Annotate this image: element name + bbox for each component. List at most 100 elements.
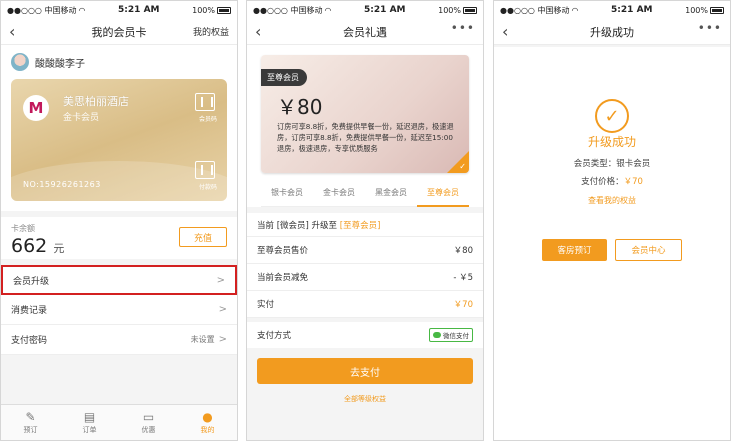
phone-member-privileges: ●●○○○ 中国移动 ◠ 5:21 AM 100% ‹ 会员礼遇 ••• 至尊会员…	[246, 0, 484, 441]
tab-gold[interactable]: 金卡会员	[313, 179, 365, 207]
more-icon[interactable]: •••	[451, 21, 475, 35]
battery-icon	[709, 6, 724, 14]
wifi-icon: ◠	[78, 5, 86, 15]
action-buttons: 客房预订 会员中心	[542, 239, 682, 261]
tab-label: 预订	[23, 425, 38, 434]
success-body: ✓ 升级成功 会员类型：银卡会员 支付价格：￥70 查看我的权益 客房预订 会员…	[494, 47, 730, 440]
all-tiers-link[interactable]: 全部等级权益	[247, 394, 483, 404]
clock-text: 5:21 AM	[364, 5, 406, 15]
page-title: 我的会员卡	[91, 25, 147, 39]
payment-method-row[interactable]: 支付方式 微信支付	[247, 322, 483, 348]
hotel-logo-icon: M	[23, 95, 49, 121]
menu-item-label: 消费记录	[11, 306, 48, 316]
clock-text: 5:21 AM	[118, 5, 160, 15]
menu-item-upgrade[interactable]: 会员升级 >	[1, 265, 237, 295]
member-type-value: 银卡会员	[616, 159, 651, 169]
row-label: 实付	[257, 300, 275, 310]
username: 酸酸酸李子	[35, 58, 85, 70]
hotel-name: 美思柏丽酒店	[63, 95, 129, 108]
chevron-right-icon: >	[216, 274, 225, 286]
vip-tag: 至尊会员	[261, 69, 307, 86]
back-icon[interactable]: ‹	[9, 22, 15, 41]
card-number: NO:15926261263	[23, 180, 101, 189]
row-value: ￥80	[453, 246, 473, 256]
balance-section: 卡余额 662 元 充值	[1, 217, 237, 259]
member-code-icon[interactable]	[195, 93, 215, 111]
ticket-icon: ▭	[142, 409, 155, 424]
check-circle-icon: ✓	[595, 99, 629, 133]
vip-description: 订房可享8.8折，免费提供早餐一份，延迟退房，极速退房，订房可享8.8折，免费提…	[277, 122, 454, 153]
vip-price: ￥80	[277, 95, 323, 119]
pay-code-label: 付款码	[198, 184, 217, 191]
more-icon[interactable]: •••	[698, 21, 722, 35]
edit-icon: ✎	[25, 409, 36, 424]
carrier-text: ●●○○○ 中国移动	[500, 5, 570, 15]
password-status: 未设置	[190, 335, 215, 344]
nav-bar: ‹ 会员礼遇 •••	[247, 19, 483, 45]
battery-text: 100%	[685, 5, 708, 15]
vip-card-section: 至尊会员 ￥80 订房可享8.8折，免费提供早餐一份，延迟退房，极速退房，订房可…	[247, 45, 483, 207]
tier-tabs: 银卡会员 金卡会员 黑金会员 至尊会员	[261, 179, 469, 207]
pay-button[interactable]: 去支付	[257, 358, 473, 384]
battery-text: 100%	[438, 5, 461, 15]
row-value: ￥70	[453, 300, 473, 310]
tab-book[interactable]: ✎ 预订	[1, 405, 60, 440]
upgrade-summary: 当前 [微会员] 升级至 [至尊会员]	[247, 213, 483, 237]
paid-price-row: 支付价格：￥70	[494, 175, 730, 187]
menu-item-password[interactable]: 支付密码 未设置 >	[1, 325, 237, 355]
price-row: 至尊会员售价 ￥80	[247, 237, 483, 264]
member-type-label: 会员类型：	[573, 159, 617, 169]
vip-card[interactable]: 至尊会员 ￥80 订房可享8.8折，免费提供早餐一份，延迟退房，极速退房，订房可…	[261, 55, 469, 173]
tab-bar: ✎ 预订 ▤ 订单 ▭ 优惠 ● 我的	[1, 404, 237, 440]
card-section: 酸酸酸李子 M 美思柏丽酒店 金卡会员 会员码 付款码 NO:159262612…	[1, 45, 237, 211]
success-title: 升级成功	[587, 135, 636, 149]
tab-mine[interactable]: ● 我的	[178, 405, 237, 440]
pay-code-icon[interactable]	[195, 161, 215, 179]
member-center-button[interactable]: 会员中心	[615, 239, 682, 261]
menu-item-label: 支付密码	[11, 336, 48, 346]
status-bar: ●●○○○ 中国移动 ◠ 5:21 AM 100%	[1, 1, 237, 19]
card-level: 金卡会员	[63, 113, 100, 123]
topup-button[interactable]: 充值	[179, 227, 227, 247]
wechat-pay-badge[interactable]: 微信支付	[429, 328, 473, 342]
paid-price-label: 支付价格：	[581, 177, 624, 187]
page-title: 会员礼遇	[343, 25, 387, 39]
member-type-row: 会员类型：银卡会员	[494, 157, 730, 169]
tab-label: 优惠	[141, 425, 156, 434]
back-icon[interactable]: ‹	[502, 22, 508, 41]
avatar	[11, 53, 29, 71]
page-title: 升级成功	[590, 25, 634, 39]
battery-text: 100%	[192, 5, 215, 15]
order-info: 当前 [微会员] 升级至 [至尊会员] 至尊会员售价 ￥80 当前会员减免 - …	[247, 213, 483, 318]
tab-offers[interactable]: ▭ 优惠	[119, 405, 178, 440]
tab-supreme[interactable]: 至尊会员	[417, 179, 469, 207]
status-bar: ●●○○○ 中国移动 ◠ 5:21 AM 100%	[247, 1, 483, 19]
room-booking-button[interactable]: 客房预订	[542, 239, 607, 261]
balance-unit: 元	[53, 242, 65, 255]
tab-black-gold[interactable]: 黑金会员	[365, 179, 417, 207]
actual-pay-row: 实付 ￥70	[247, 291, 483, 318]
tab-orders[interactable]: ▤ 订单	[60, 405, 119, 440]
paid-price-value: ￥70	[623, 177, 643, 187]
check-icon: ✓	[459, 162, 466, 171]
tab-label: 我的	[200, 425, 215, 434]
nav-bar: ‹ 我的会员卡 我的权益	[1, 19, 237, 45]
chevron-right-icon: >	[218, 304, 227, 315]
menu-item-label: 会员升级	[13, 276, 50, 287]
back-icon[interactable]: ‹	[255, 22, 261, 41]
row-label: 当前会员减免	[257, 273, 309, 283]
discount-row: 当前会员减免 - ￥5	[247, 264, 483, 291]
carrier-text: ●●○○○ 中国移动	[7, 5, 77, 15]
balance-value: 662	[11, 235, 48, 257]
gold-member-card[interactable]: M 美思柏丽酒店 金卡会员 会员码 付款码 NO:15926261263	[11, 79, 227, 201]
phone-my-member-card: ●●○○○ 中国移动 ◠ 5:21 AM 100% ‹ 我的会员卡 我的权益 酸酸…	[0, 0, 238, 441]
payment-method-label: 支付方式	[257, 331, 292, 341]
user-row: 酸酸酸李子	[11, 51, 227, 73]
menu-list: 会员升级 > 消费记录 > 支付密码 未设置 >	[1, 265, 237, 355]
menu-item-records[interactable]: 消费记录 >	[1, 295, 237, 325]
tab-silver[interactable]: 银卡会员	[261, 179, 313, 207]
wifi-icon: ◠	[324, 5, 332, 15]
row-label: 至尊会员售价	[257, 246, 309, 256]
my-benefits-link[interactable]: 我的权益	[193, 25, 229, 38]
view-benefits-link[interactable]: 查看我的权益	[494, 195, 730, 206]
